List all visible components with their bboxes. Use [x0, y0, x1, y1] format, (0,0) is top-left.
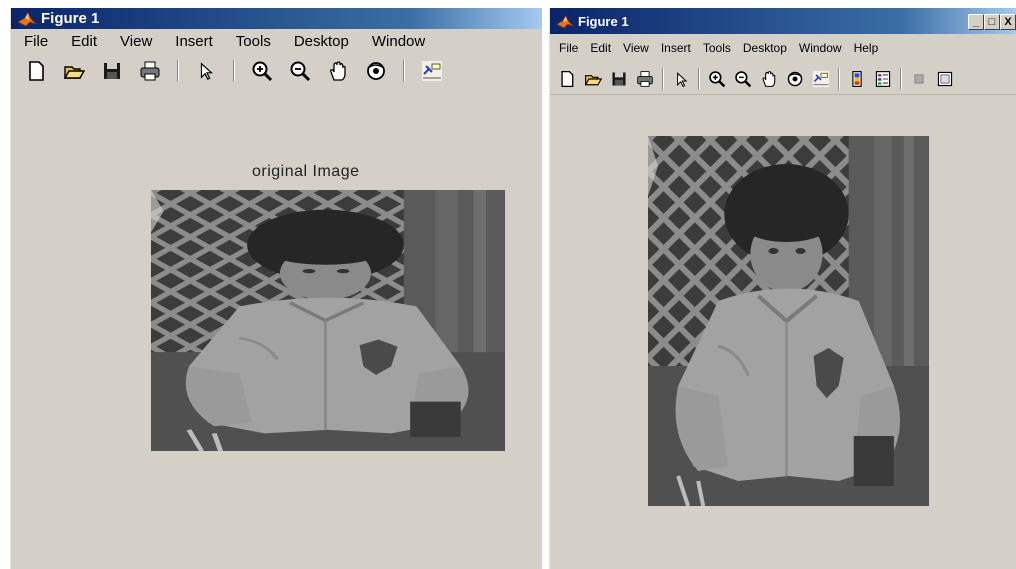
print-icon[interactable]	[139, 60, 161, 82]
title-bar[interactable]: Figure 1 _ □ X	[550, 8, 1016, 34]
zoom-in-icon[interactable]	[251, 60, 273, 82]
menu-tools[interactable]: Tools	[236, 33, 271, 50]
menu-view[interactable]: View	[120, 33, 152, 50]
axes-title: original Image	[252, 163, 360, 180]
menu-edit[interactable]: Edit	[71, 33, 97, 50]
toolbar-separator	[838, 68, 840, 90]
toolbar-separator	[698, 68, 700, 90]
figure-window-right: Figure 1 _ □ X File Edit View Insert Too…	[549, 8, 1016, 569]
colorbar-icon[interactable]	[848, 69, 866, 89]
open-file-icon[interactable]	[63, 60, 85, 82]
window-title: Figure 1	[41, 10, 100, 27]
zoom-out-icon[interactable]	[734, 69, 752, 89]
pan-hand-icon[interactable]	[760, 69, 778, 89]
matlab-logo-icon	[17, 11, 37, 27]
toolbar-separator	[900, 68, 902, 90]
rotate-3d-icon[interactable]	[365, 60, 387, 82]
menu-help[interactable]: Help	[854, 41, 879, 55]
menu-view[interactable]: View	[623, 41, 649, 55]
pointer-icon[interactable]	[195, 60, 217, 82]
hide-plot-tools-icon[interactable]	[910, 69, 928, 89]
title-bar[interactable]: Figure 1	[11, 8, 542, 29]
window-title: Figure 1	[578, 13, 629, 29]
processed-image	[648, 136, 929, 506]
menu-bar: File Edit View Insert Tools Desktop Wind…	[11, 30, 542, 52]
original-image	[151, 190, 505, 451]
rotate-3d-icon[interactable]	[786, 69, 804, 89]
data-cursor-icon[interactable]	[812, 69, 830, 89]
menu-window[interactable]: Window	[799, 41, 842, 55]
menu-bar: File Edit View Insert Tools Desktop Wind…	[550, 36, 1016, 60]
toolbar-separator	[662, 68, 664, 90]
save-icon[interactable]	[610, 69, 628, 89]
toolbar-separator	[233, 60, 235, 82]
save-icon[interactable]	[101, 60, 123, 82]
figure-toolbar	[11, 56, 542, 86]
new-figure-icon[interactable]	[558, 69, 576, 89]
toolbar-separator	[177, 60, 179, 82]
toolbar-separator	[403, 60, 405, 82]
close-button[interactable]: X	[1000, 14, 1016, 30]
new-figure-icon[interactable]	[25, 60, 47, 82]
zoom-in-icon[interactable]	[708, 69, 726, 89]
menu-desktop[interactable]: Desktop	[743, 41, 787, 55]
menu-file[interactable]: File	[24, 33, 48, 50]
maximize-button[interactable]: □	[984, 14, 1000, 30]
menu-file[interactable]: File	[559, 41, 578, 55]
print-icon[interactable]	[636, 69, 654, 89]
minimize-button[interactable]: _	[968, 14, 984, 30]
data-cursor-icon[interactable]	[421, 60, 443, 82]
menu-edit[interactable]: Edit	[590, 41, 611, 55]
figure-toolbar	[550, 64, 1016, 95]
legend-icon[interactable]	[874, 69, 892, 89]
menu-window[interactable]: Window	[372, 33, 425, 50]
pointer-icon[interactable]	[672, 69, 690, 89]
open-file-icon[interactable]	[584, 69, 602, 89]
matlab-logo-icon	[556, 14, 574, 29]
show-plot-tools-icon[interactable]	[936, 69, 954, 89]
menu-insert[interactable]: Insert	[175, 33, 213, 50]
pan-hand-icon[interactable]	[327, 60, 349, 82]
figure-window-left: Figure 1 File Edit View Insert Tools Des…	[10, 8, 542, 569]
zoom-out-icon[interactable]	[289, 60, 311, 82]
menu-desktop[interactable]: Desktop	[294, 33, 349, 50]
menu-insert[interactable]: Insert	[661, 41, 691, 55]
menu-tools[interactable]: Tools	[703, 41, 731, 55]
